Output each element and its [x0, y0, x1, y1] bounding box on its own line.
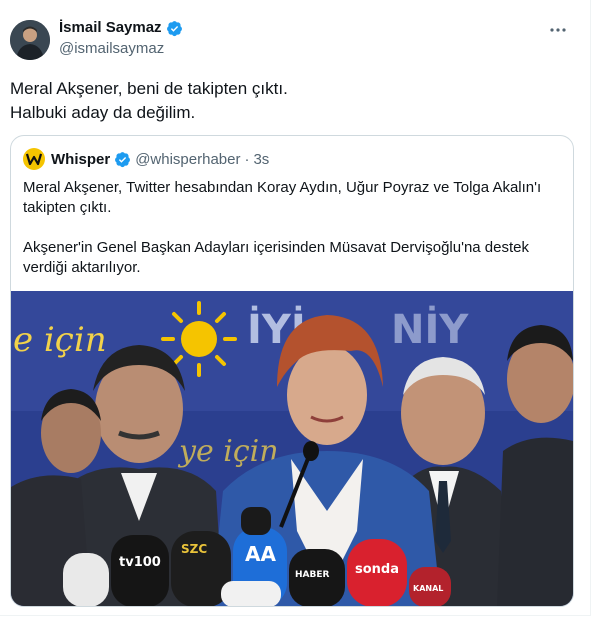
- press-conference-photo[interactable]: e için İYİ NİY ye için tv100 SZC AA HABE…: [11, 291, 573, 607]
- backdrop-logo-text: NİY: [391, 305, 469, 353]
- author-handle[interactable]: @ismailsaymaz: [59, 39, 183, 59]
- author-name[interactable]: İsmail Saymaz: [59, 18, 162, 38]
- quoted-author-name[interactable]: Whisper: [51, 151, 110, 168]
- more-dots-icon: [550, 28, 566, 32]
- quoted-tweet[interactable]: Whisper @whisperhaber · 3s Meral Akşener…: [10, 135, 574, 607]
- mic-label: HABER: [295, 570, 330, 580]
- author-name-row[interactable]: İsmail Saymaz: [59, 18, 183, 38]
- verified-badge-icon: [115, 151, 131, 167]
- tweet-container: İsmail Saymaz @ismailsaymaz Meral Akşene…: [0, 0, 591, 616]
- meta-separator: ·: [244, 150, 250, 168]
- mic-white: [63, 553, 109, 606]
- more-icon[interactable]: [548, 20, 568, 44]
- mic-label: SZC: [181, 542, 207, 556]
- mic-label: AA: [245, 542, 276, 566]
- tweet-text: Meral Akşener, beni de takipten çıktı. H…: [10, 77, 570, 125]
- author-block: İsmail Saymaz @ismailsaymaz: [59, 18, 183, 59]
- quoted-paragraph: Akşener'in Genel Başkan Adayları içerisi…: [23, 239, 529, 276]
- quoted-author-handle[interactable]: @whisperhaber: [135, 151, 240, 168]
- mic-label: KANAL: [413, 584, 443, 593]
- person-far-right: [497, 325, 573, 606]
- author-avatar[interactable]: [10, 20, 50, 60]
- whisper-logo-icon[interactable]: [23, 148, 45, 170]
- quoted-timestamp[interactable]: 3s: [253, 151, 269, 168]
- mic-white-2: [221, 581, 281, 606]
- tweet-text-line: Meral Akşener, beni de takipten çıktı.: [10, 79, 288, 98]
- whisper-w-icon: [26, 153, 42, 166]
- avatar-photo: [10, 20, 50, 60]
- mic-label: sonda: [355, 562, 399, 577]
- mic-tv100: [111, 535, 169, 606]
- verified-badge-icon: [166, 20, 182, 36]
- mic-label: tv100: [119, 555, 161, 570]
- tweet-text-line: Halbuki aday da değilim.: [10, 103, 196, 122]
- quoted-tweet-header: Whisper @whisperhaber · 3s: [23, 148, 269, 170]
- quoted-tweet-text: Meral Akşener, Twitter hesabından Koray …: [23, 178, 563, 278]
- quoted-paragraph: Meral Akşener, Twitter hesabından Koray …: [23, 179, 542, 216]
- backdrop-text: e için: [13, 320, 107, 360]
- mic-top: [241, 507, 271, 535]
